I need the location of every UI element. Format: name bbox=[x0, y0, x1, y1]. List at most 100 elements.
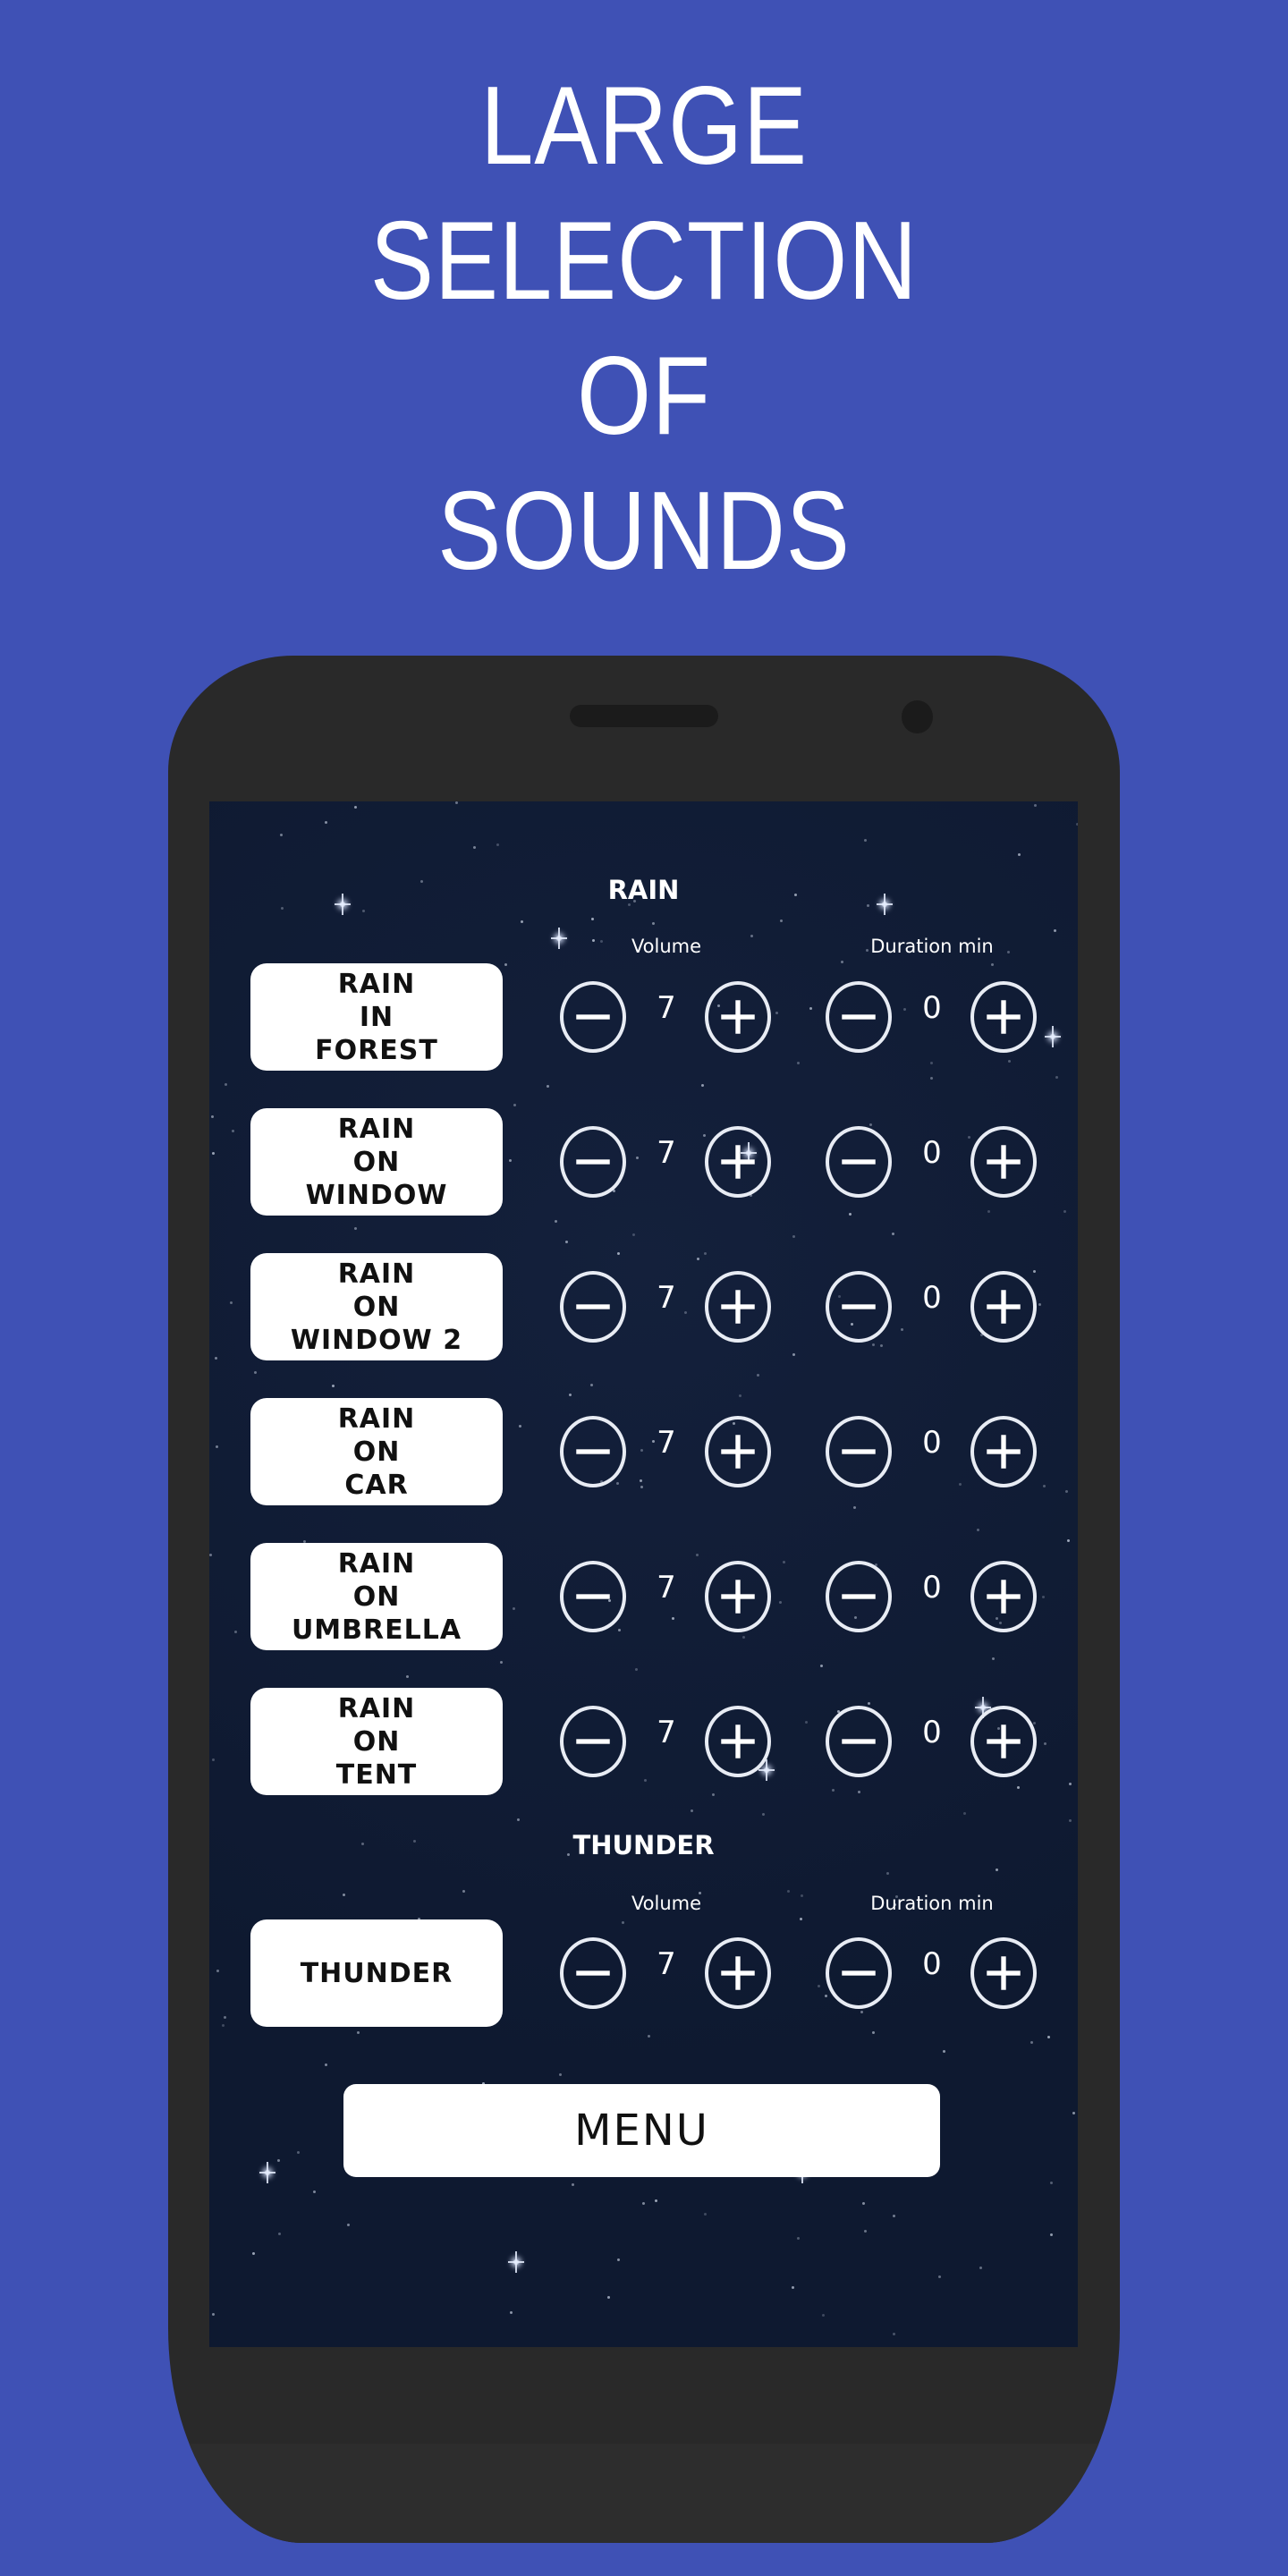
duration-increase-button[interactable] bbox=[970, 1561, 1037, 1632]
plus-circle-icon bbox=[987, 1580, 1021, 1614]
volume-increase-button[interactable] bbox=[705, 1416, 771, 1487]
star bbox=[212, 2313, 215, 2316]
star bbox=[1055, 1076, 1058, 1079]
star bbox=[992, 1657, 995, 1660]
volume-increase-button[interactable] bbox=[705, 981, 771, 1053]
minus-circle-icon bbox=[842, 1159, 876, 1165]
minus-circle-icon bbox=[842, 1970, 876, 1976]
duration-increase-button[interactable] bbox=[970, 1706, 1037, 1777]
star bbox=[977, 1529, 979, 1531]
duration-decrease-button[interactable] bbox=[826, 1416, 892, 1487]
star bbox=[996, 1868, 998, 1871]
volume-value: 7 bbox=[657, 1135, 676, 1171]
minus-circle-icon bbox=[842, 1594, 876, 1599]
star bbox=[1072, 2112, 1075, 2114]
minus-circle-icon bbox=[576, 1159, 610, 1165]
star bbox=[1030, 2041, 1033, 2044]
volume-decrease-button[interactable] bbox=[560, 1416, 626, 1487]
star bbox=[362, 910, 365, 912]
volume-label: Volume bbox=[631, 1893, 702, 1914]
plus-circle-icon bbox=[987, 1956, 1021, 1990]
duration-decrease-button[interactable] bbox=[826, 981, 892, 1053]
plus-circle-icon bbox=[721, 1000, 755, 1034]
headline-line-4: SOUNDS bbox=[437, 470, 851, 593]
volume-increase-button[interactable] bbox=[705, 1271, 771, 1343]
duration-increase-button[interactable] bbox=[970, 981, 1037, 1053]
sound-toggle-button[interactable]: RAIN ON TENT bbox=[250, 1688, 503, 1795]
volume-value: 7 bbox=[657, 1280, 676, 1316]
duration-decrease-button[interactable] bbox=[826, 1271, 892, 1343]
star bbox=[357, 2031, 360, 2034]
duration-increase-button[interactable] bbox=[970, 1271, 1037, 1343]
sound-toggle-button[interactable]: RAIN ON UMBRELLA bbox=[250, 1543, 503, 1650]
phone-chin bbox=[168, 2444, 1120, 2543]
minus-circle-icon bbox=[842, 1014, 876, 1020]
duration-increase-button[interactable] bbox=[970, 1416, 1037, 1487]
star bbox=[930, 1077, 933, 1080]
star bbox=[780, 919, 783, 922]
star bbox=[325, 821, 327, 824]
star bbox=[704, 2213, 707, 2216]
volume-increase-button[interactable] bbox=[705, 1126, 771, 1198]
volume-increase-button[interactable] bbox=[705, 1561, 771, 1632]
plus-circle-icon bbox=[721, 1145, 755, 1179]
star bbox=[762, 1813, 765, 1816]
duration-value: 0 bbox=[922, 990, 942, 1026]
volume-decrease-button[interactable] bbox=[560, 1937, 626, 2009]
duration-decrease-button[interactable] bbox=[826, 1126, 892, 1198]
duration-decrease-button[interactable] bbox=[826, 1937, 892, 2009]
minus-circle-icon bbox=[842, 1304, 876, 1309]
star bbox=[406, 1675, 409, 1678]
star bbox=[886, 1872, 889, 1875]
duration-increase-button[interactable] bbox=[970, 1937, 1037, 2009]
star bbox=[313, 2190, 316, 2193]
duration-value: 0 bbox=[922, 1425, 942, 1461]
volume-increase-button[interactable] bbox=[705, 1706, 771, 1777]
phone-speaker bbox=[570, 705, 718, 727]
star bbox=[1050, 2182, 1053, 2184]
star bbox=[1054, 929, 1056, 932]
volume-decrease-button[interactable] bbox=[560, 1706, 626, 1777]
star bbox=[332, 1385, 335, 1387]
volume-decrease-button[interactable] bbox=[560, 1271, 626, 1343]
volume-decrease-button[interactable] bbox=[560, 1561, 626, 1632]
star bbox=[872, 2031, 875, 2034]
volume-decrease-button[interactable] bbox=[560, 981, 626, 1053]
duration-increase-button[interactable] bbox=[970, 1126, 1037, 1198]
minus-circle-icon bbox=[576, 1739, 610, 1744]
duration-decrease-button[interactable] bbox=[826, 1706, 892, 1777]
volume-increase-button[interactable] bbox=[705, 1937, 771, 2009]
headline-line-2: SELECTION bbox=[369, 199, 919, 323]
star bbox=[739, 1394, 741, 1397]
star bbox=[893, 2215, 895, 2217]
plus-circle-icon bbox=[987, 1290, 1021, 1324]
plus-circle-icon bbox=[987, 1000, 1021, 1034]
sound-toggle-button[interactable]: RAIN IN FOREST bbox=[250, 963, 503, 1071]
star bbox=[555, 1220, 557, 1223]
volume-value: 7 bbox=[657, 1570, 676, 1606]
star bbox=[354, 1227, 357, 1230]
minus-circle-icon bbox=[576, 1594, 610, 1599]
sound-toggle-button[interactable]: RAIN ON CAR bbox=[250, 1398, 503, 1505]
sound-toggle-button[interactable]: THUNDER bbox=[250, 1919, 503, 2027]
minus-circle-icon bbox=[842, 1449, 876, 1454]
phone-camera bbox=[902, 700, 933, 733]
minus-circle-icon bbox=[576, 1449, 610, 1454]
minus-circle-icon bbox=[576, 1970, 610, 1976]
star bbox=[254, 1371, 257, 1374]
volume-decrease-button[interactable] bbox=[560, 1126, 626, 1198]
menu-button[interactable]: MENU bbox=[343, 2084, 940, 2177]
star bbox=[1034, 804, 1037, 807]
star bbox=[864, 839, 867, 842]
plus-circle-icon bbox=[721, 1724, 755, 1758]
sound-row: RAIN ON WINDOW 2 7 0 bbox=[209, 1253, 1078, 1364]
duration-value: 0 bbox=[922, 1570, 942, 1606]
duration-decrease-button[interactable] bbox=[826, 1561, 892, 1632]
sound-toggle-button[interactable]: RAIN ON WINDOW bbox=[250, 1108, 503, 1216]
star bbox=[1018, 853, 1021, 856]
duration-value: 0 bbox=[922, 1946, 942, 1982]
star bbox=[963, 1812, 966, 1815]
sound-row: THUNDER 7 0 bbox=[209, 1919, 1078, 2030]
sound-toggle-button[interactable]: RAIN ON WINDOW 2 bbox=[250, 1253, 503, 1360]
star bbox=[691, 1809, 693, 1812]
